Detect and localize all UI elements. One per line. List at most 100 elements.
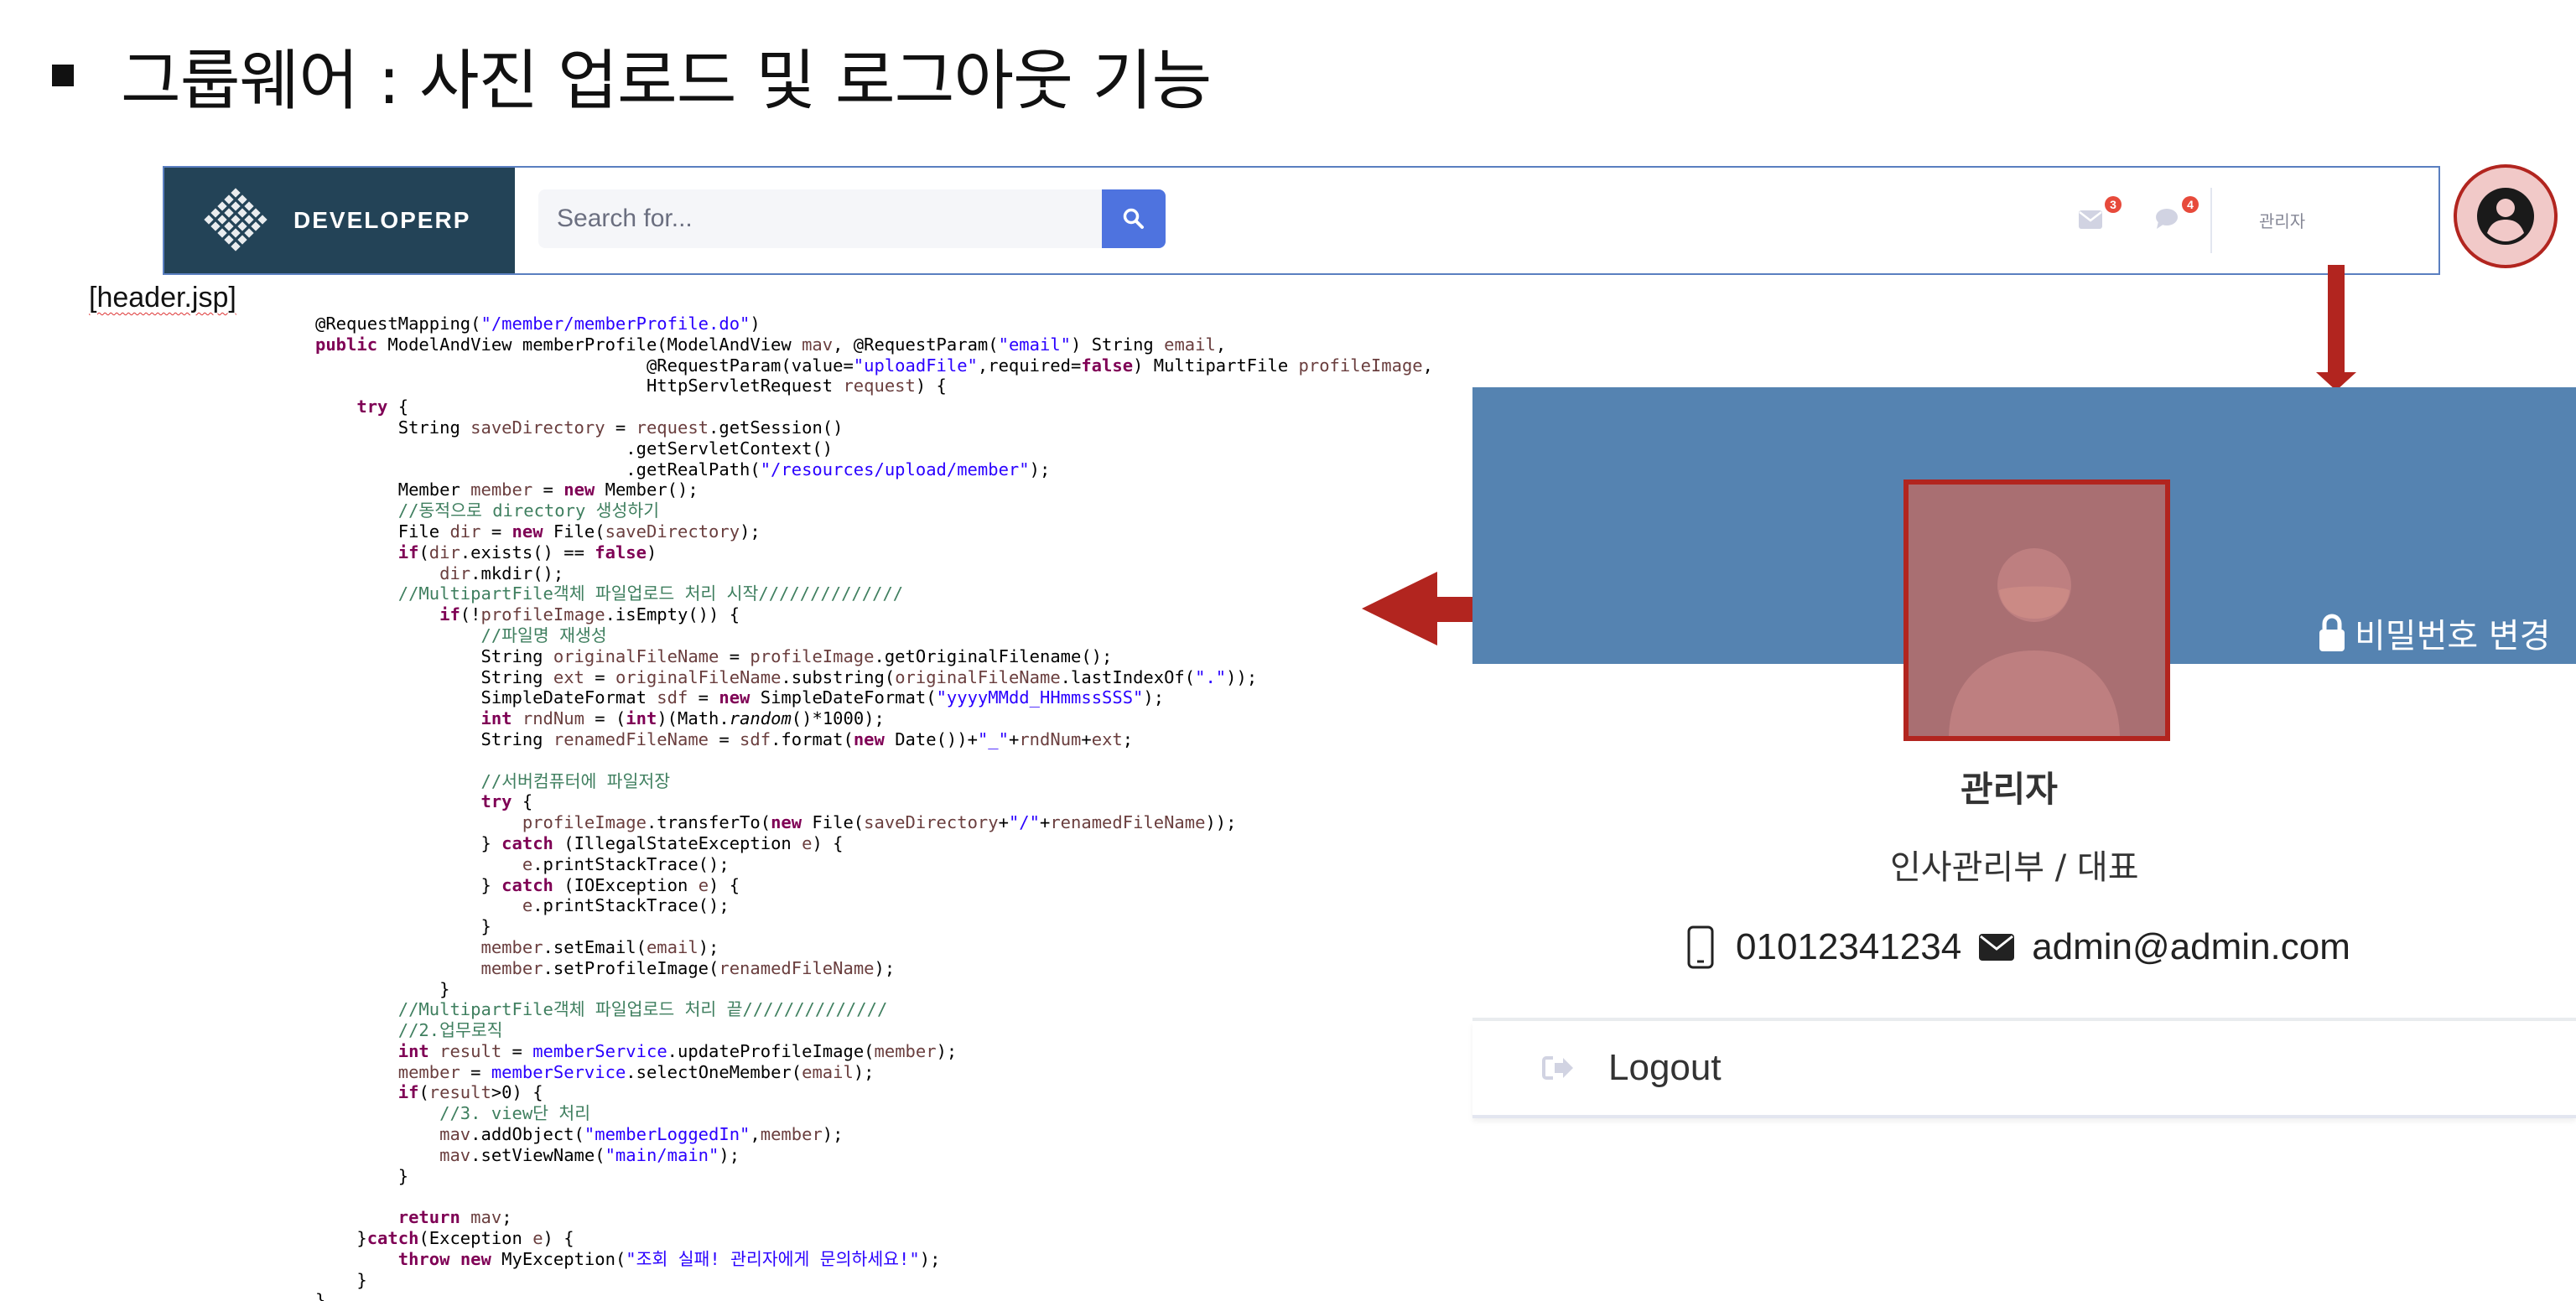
- search-button[interactable]: [1102, 189, 1166, 248]
- code-token: }: [315, 978, 450, 999]
- top-navbar: DEVELOPERP 3 4 관리자: [163, 164, 2558, 275]
- mobile-phone-icon: [1687, 925, 1714, 969]
- code-token: +: [998, 812, 1009, 833]
- code-token: saveDirectory: [605, 521, 740, 542]
- code-token: if: [397, 542, 419, 562]
- bullet-icon: [52, 65, 74, 86]
- code-token: }: [315, 1165, 409, 1186]
- code-token: {: [512, 791, 533, 812]
- password-change-link[interactable]: 비밀번호 변경: [2318, 609, 2551, 657]
- code-token: =: [501, 1040, 533, 1061]
- code-token: ) {: [915, 376, 947, 397]
- code-line: member.setProfileImage(renamedFileName);: [315, 958, 1481, 979]
- messages-badge: 4: [2182, 196, 2199, 213]
- code-token: }: [315, 916, 491, 937]
- code-line: } catch (IOException e) {: [315, 875, 1481, 896]
- code-line: if(dir.exists() == false): [315, 542, 1481, 563]
- code-token: );: [740, 521, 761, 542]
- code-token: Date())+: [884, 728, 978, 749]
- code-line: HttpServletRequest request) {: [315, 376, 1481, 397]
- code-line: }: [315, 1290, 1481, 1301]
- code-token: .mkdir();: [470, 562, 564, 583]
- code-token: profileImage: [750, 645, 875, 666]
- code-block: @RequestMapping("/member/memberProfile.d…: [315, 314, 1481, 1301]
- code-token: dir: [449, 521, 481, 542]
- code-token: );: [853, 1061, 875, 1082]
- code-line: @RequestParam(value="uploadFile",require…: [315, 355, 1481, 376]
- file-label: [header.jsp]: [89, 282, 236, 314]
- code-token: ()*1000);: [791, 708, 885, 729]
- code-token: e: [522, 895, 533, 916]
- code-token: File: [315, 521, 450, 542]
- code-line: .getRealPath("/resources/upload/member")…: [315, 459, 1481, 480]
- code-token: "memberLoggedIn": [584, 1124, 750, 1145]
- code-token: "/": [1008, 812, 1040, 833]
- code-token: if: [439, 604, 460, 625]
- code-line: } catch (IllegalStateException e) {: [315, 833, 1481, 854]
- code-line: String ext = originalFileName.substring(…: [315, 667, 1481, 688]
- code-token: mav: [470, 1207, 502, 1228]
- code-line: mav.addObject("memberLoggedIn",member);: [315, 1124, 1481, 1145]
- search-input[interactable]: [538, 189, 1102, 248]
- brand[interactable]: DEVELOPERP: [164, 168, 515, 273]
- code-token: ModelAndView memberProfile(ModelAndView: [377, 334, 802, 355]
- logout-button[interactable]: Logout: [1472, 1021, 2576, 1118]
- alerts-button[interactable]: 3: [2078, 196, 2122, 238]
- code-token: ) {: [543, 1228, 574, 1249]
- code-token: }: [315, 1228, 367, 1249]
- code-token: String: [315, 666, 553, 687]
- lock-icon: [2319, 614, 2345, 651]
- code-line: try {: [315, 397, 1481, 417]
- user-circle-icon: [2477, 188, 2534, 245]
- code-token: .printStackTrace();: [532, 895, 730, 916]
- profile-department: 인사관리부 / 대표: [1890, 848, 2139, 887]
- code-token: .getServletContext(): [315, 438, 834, 459]
- code-token: @RequestMapping(: [315, 314, 481, 334]
- user-name[interactable]: 관리자: [2259, 208, 2305, 232]
- code-token: );: [1143, 687, 1165, 708]
- code-token: .selectOneMember(: [626, 1061, 802, 1082]
- topbar-divider: [2210, 188, 2212, 253]
- code-token: ,: [750, 1124, 761, 1145]
- code-token: String: [315, 417, 471, 438]
- code-token: {: [387, 397, 409, 417]
- code-token: "/member/memberProfile.do": [480, 314, 750, 334]
- code-token: throw: [397, 1248, 450, 1269]
- messages-button[interactable]: 4: [2155, 196, 2199, 238]
- code-line: return mav;: [315, 1207, 1481, 1228]
- code-token: "/resources/upload/member": [760, 459, 1030, 479]
- password-change-label: 비밀번호 변경: [2355, 617, 2551, 656]
- code-token: new: [460, 1248, 491, 1269]
- code-token: catch: [366, 1228, 419, 1249]
- profile-photo[interactable]: [1903, 479, 2170, 741]
- code-token: .transferTo(: [646, 812, 771, 833]
- code-token: int: [397, 1040, 429, 1061]
- code-token: rndNum: [1019, 728, 1082, 749]
- code-token: =: [584, 666, 615, 687]
- code-token: );: [698, 936, 719, 957]
- code-token: if: [397, 1082, 419, 1103]
- code-line: Member member = new Member();: [315, 479, 1481, 500]
- code-token: ;: [1122, 728, 1134, 749]
- search-box: [538, 189, 1102, 248]
- code-token: ): [750, 314, 761, 334]
- code-line: SimpleDateFormat sdf = new SimpleDateFor…: [315, 687, 1481, 708]
- code-token: }: [315, 1290, 326, 1301]
- code-token: +: [1008, 728, 1020, 749]
- code-line: member = memberService.selectOneMember(e…: [315, 1062, 1481, 1083]
- code-token: false: [595, 542, 647, 562]
- user-avatar-button[interactable]: [2454, 164, 2558, 268]
